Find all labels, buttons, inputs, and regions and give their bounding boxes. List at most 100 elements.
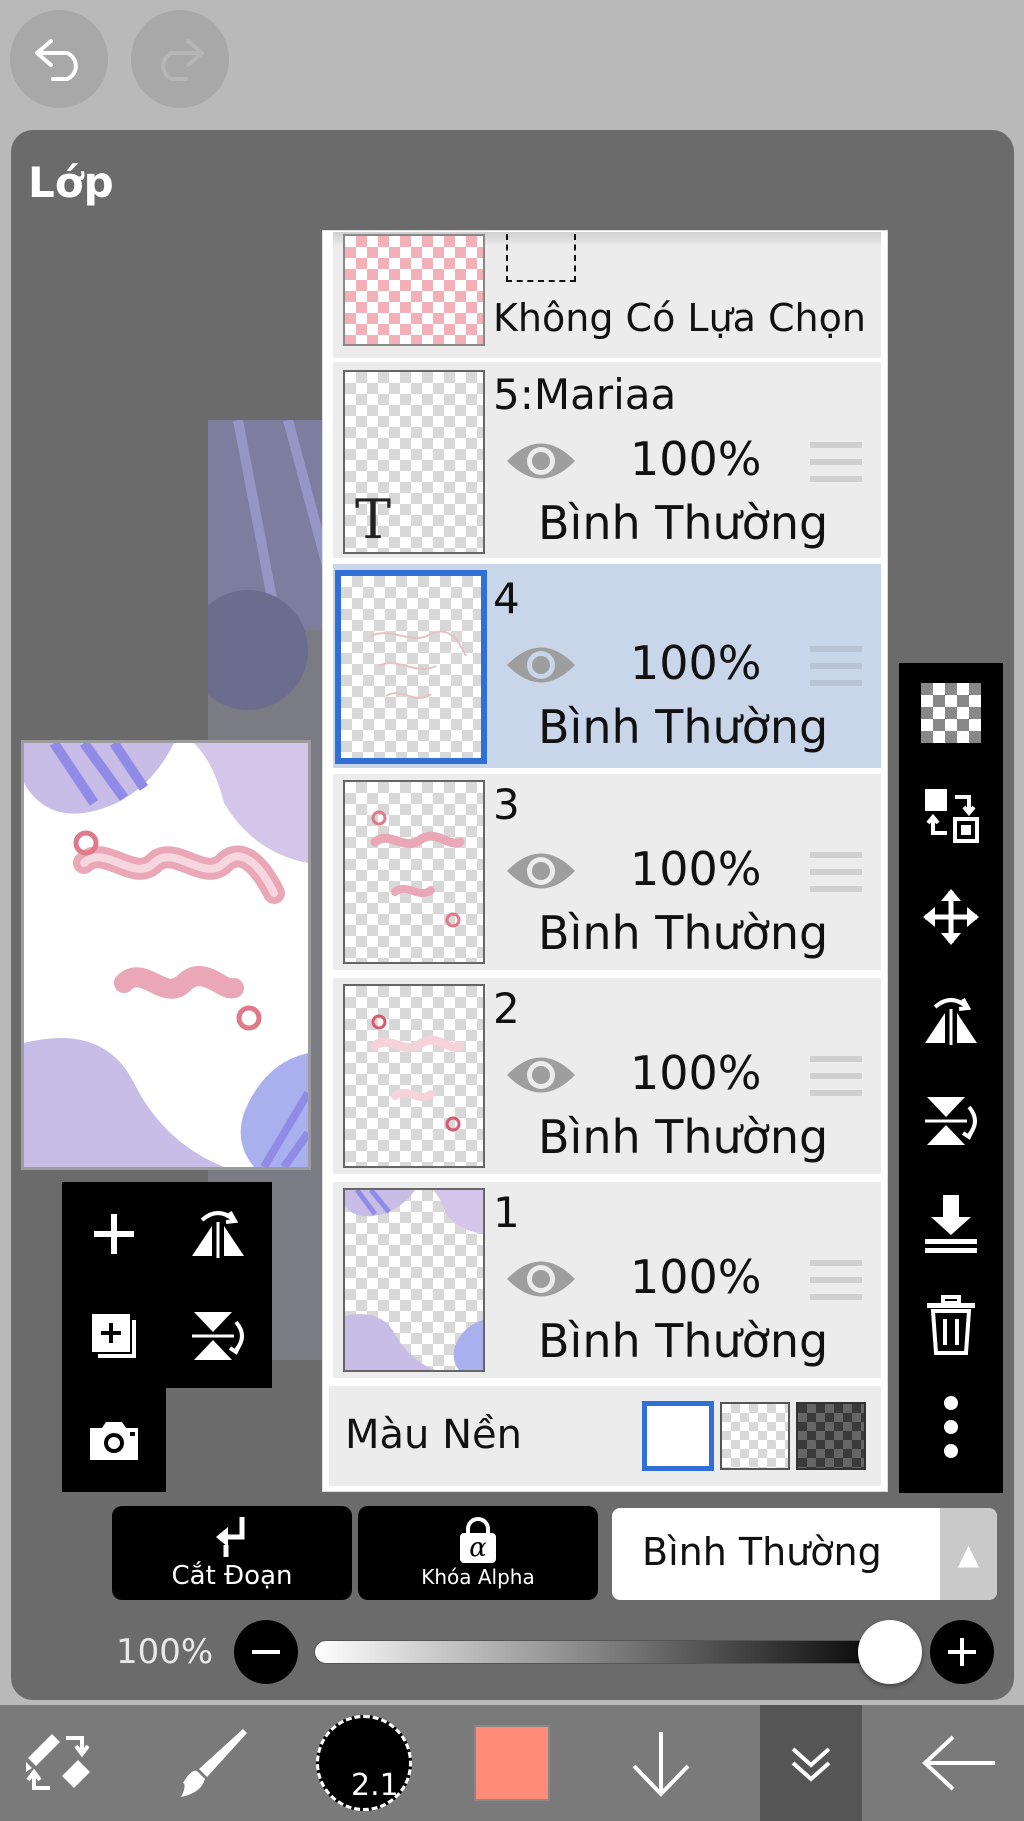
duplicate-layer-icon — [90, 1312, 138, 1360]
lock-icon: α — [458, 1517, 498, 1563]
tool-switch-button[interactable] — [4, 1705, 114, 1821]
bottom-toolbar: 2.1 — [0, 1705, 1024, 1821]
eye-icon — [507, 1261, 575, 1297]
back-button[interactable] — [904, 1705, 1014, 1821]
layer-name: 1 — [493, 1188, 520, 1237]
flip-vertical-button[interactable] — [168, 1286, 268, 1386]
layer-blend-mode: Bình Thường — [538, 1110, 829, 1164]
move-button[interactable] — [899, 867, 1003, 967]
layer-visibility-toggle[interactable] — [505, 1050, 577, 1104]
layer-panel-button[interactable] — [760, 1705, 862, 1821]
more-options-button[interactable] — [899, 1377, 1003, 1477]
eye-icon — [507, 1057, 575, 1093]
layer-thumbnail-4 — [335, 570, 487, 764]
canvas-preview[interactable]: Bellan Hd:s6 — [21, 740, 311, 1170]
flip-horizontal-right-button[interactable] — [899, 969, 1003, 1069]
clipping-arrow-icon — [216, 1517, 245, 1557]
flip-vertical-icon — [925, 1097, 977, 1145]
brush-tool-button[interactable] — [156, 1705, 266, 1821]
layer-thumbnail-1 — [343, 1188, 485, 1372]
checkerboard-icon — [921, 683, 981, 743]
layer-blend-mode: Bình Thường — [538, 1314, 829, 1368]
flip-horizontal-button[interactable] — [168, 1184, 268, 1284]
alpha-lock-button[interactable]: α Khóa Alpha — [358, 1506, 598, 1600]
move-icon — [923, 889, 979, 945]
selection-marquee-icon — [506, 234, 576, 282]
opacity-slider-track[interactable] — [314, 1640, 894, 1664]
duplicate-layer-button[interactable] — [64, 1286, 164, 1386]
layer-visibility-toggle[interactable] — [505, 640, 577, 694]
layer-blend-mode: Bình Thường — [538, 700, 829, 754]
layer-drag-handle[interactable] — [810, 1258, 862, 1306]
layer-opacity: 100% — [630, 432, 762, 486]
redo-button[interactable] — [131, 10, 229, 108]
merge-down-icon — [925, 1195, 977, 1253]
alpha-lock-label: Khóa Alpha — [421, 1565, 535, 1589]
brush-size-value: 2.1 — [351, 1768, 399, 1803]
plus-icon — [94, 1214, 134, 1254]
opacity-decrease-button[interactable] — [234, 1620, 298, 1684]
layer-visibility-toggle[interactable] — [505, 1254, 577, 1308]
background-color-label: Màu Nền — [345, 1412, 522, 1458]
arrow-down-icon — [632, 1732, 690, 1797]
layer-drag-handle[interactable] — [810, 440, 862, 488]
layer-name: 5:Mariaa — [493, 370, 677, 419]
trash-icon — [927, 1295, 975, 1355]
layer-name: 2 — [493, 984, 520, 1033]
watermark-line-1: Bellan — [32, 1005, 66, 1018]
more-vertical-icon — [944, 1396, 958, 1458]
layer-opacity: 100% — [630, 842, 762, 896]
layer-visibility-toggle[interactable] — [505, 436, 577, 490]
brush-size-button[interactable]: 2.1 — [306, 1705, 422, 1821]
background-dark-checker-swatch[interactable] — [796, 1402, 866, 1470]
opacity-slider-thumb[interactable] — [858, 1620, 922, 1684]
layer-thumbnail-5: T — [343, 370, 485, 554]
layer-down-button[interactable] — [606, 1705, 716, 1821]
transparency-checker-button[interactable] — [899, 663, 1003, 763]
flip-vertical-icon — [192, 1312, 244, 1360]
opacity-increase-button[interactable] — [930, 1620, 994, 1684]
layer-thumbnail-3 — [343, 780, 485, 964]
drag-handle-icon — [810, 852, 862, 892]
layer-name: 4 — [493, 574, 520, 623]
swap-layer-button[interactable] — [899, 765, 1003, 865]
flip-horizontal-icon — [925, 998, 977, 1045]
background-transparent-swatch[interactable] — [720, 1402, 790, 1470]
brush-icon — [181, 1729, 247, 1797]
delete-layer-button[interactable] — [899, 1275, 1003, 1375]
blend-mode-dropdown[interactable]: Bình Thường ▲ — [612, 1508, 997, 1600]
flip-vertical-right-button[interactable] — [899, 1071, 1003, 1171]
blend-mode-arrow-icon: ▲ — [940, 1508, 997, 1600]
layer-drag-handle[interactable] — [810, 644, 862, 692]
brush-eraser-switch-icon — [26, 1734, 90, 1790]
eye-icon — [507, 443, 575, 479]
opacity-label: 100% — [116, 1632, 214, 1672]
import-photo-button[interactable] — [64, 1390, 164, 1490]
flip-horizontal-icon — [192, 1211, 244, 1258]
layer-drag-handle[interactable] — [810, 1054, 862, 1102]
current-color-swatch — [474, 1725, 550, 1801]
add-layer-button[interactable] — [64, 1184, 164, 1284]
color-button[interactable] — [462, 1705, 562, 1821]
text-layer-marker: T — [355, 488, 392, 551]
blend-mode-value: Bình Thường — [642, 1530, 882, 1574]
clipping-button[interactable]: Cắt Đoạn — [112, 1506, 352, 1600]
background-white-swatch[interactable] — [642, 1401, 714, 1471]
drag-handle-icon — [810, 1056, 862, 1096]
watermark-line-2: Hd:s6 — [32, 1025, 64, 1038]
camera-icon — [90, 1422, 138, 1460]
redo-icon — [161, 39, 204, 81]
layer-name: 3 — [493, 780, 520, 829]
right-tool-column — [899, 663, 1003, 1493]
layer-drag-handle[interactable] — [810, 850, 862, 898]
clipping-label: Cắt Đoạn — [171, 1561, 293, 1591]
layer-opacity: 100% — [630, 636, 762, 690]
undo-button[interactable] — [10, 10, 108, 108]
drag-handle-icon — [810, 646, 862, 686]
layer-opacity: 100% — [630, 1250, 762, 1304]
panel-title: Lớp — [28, 158, 114, 207]
minus-icon — [252, 1650, 280, 1654]
layer-visibility-toggle[interactable] — [505, 846, 577, 900]
merge-down-button[interactable] — [899, 1173, 1003, 1273]
undo-icon — [35, 39, 78, 81]
